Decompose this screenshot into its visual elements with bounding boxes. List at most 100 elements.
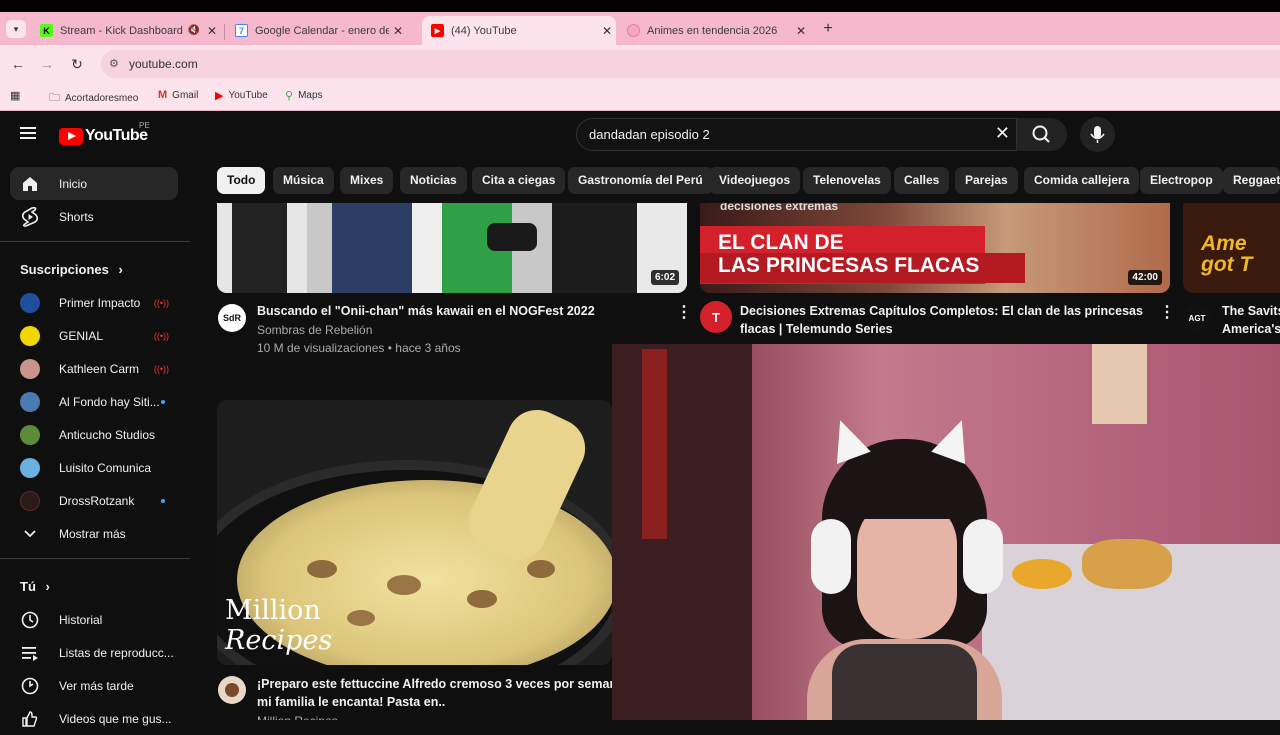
sidebar-sub-luisito-comunica[interactable]: Luisito Comunica (10, 451, 178, 484)
search-query: dandadan episodio 2 (589, 127, 710, 142)
clear-search-icon[interactable]: ✕ (995, 123, 1010, 144)
channel-avatar[interactable]: T (700, 301, 732, 333)
avatar (20, 391, 40, 412)
video-thumbnail-decisiones[interactable]: decisiones extremas EL CLAN DE LAS PRINC… (700, 203, 1170, 293)
show-more-button[interactable]: Mostrar más (10, 517, 178, 550)
chip-electropop[interactable]: Electropop (1140, 167, 1223, 194)
tab-youtube[interactable]: ▶ (44) YouTube ✕ (422, 16, 616, 45)
sidebar-item-inicio[interactable]: Inicio (10, 167, 178, 200)
video-thumbnail-fettuccine[interactable]: Million Recipes (217, 400, 612, 665)
avatar (20, 358, 40, 379)
video-duration: 6:02 (650, 270, 679, 285)
close-tab-icon[interactable]: ✕ (598, 24, 616, 38)
video-stats: 10 M de visualizaciones • hace 3 años (257, 341, 461, 355)
chevron-down-icon (20, 524, 40, 544)
bookmark-gmail[interactable]: M Gmail (158, 89, 198, 101)
live-icon: ((•)) (153, 330, 169, 341)
bookmark-acortadores[interactable]: 🗀 Acortadoresmeo (49, 89, 138, 108)
chip-videojuegos[interactable]: Videojuegos (709, 167, 801, 194)
chip-mixes[interactable]: Mixes (340, 167, 394, 194)
chevron-down-icon: ▾ (13, 24, 19, 34)
thumb-brand: decisiones extremas (720, 203, 839, 213)
avatar (225, 683, 239, 697)
back-button[interactable]: ← (8, 54, 28, 74)
channel-avatar[interactable] (218, 676, 246, 704)
video-thumbnail-agt[interactable]: Ame got T (1183, 203, 1280, 293)
sidebar-item-label: DrossRotzank (59, 493, 135, 508)
chip-noticias[interactable]: Noticias (400, 167, 467, 194)
video-title[interactable]: The Savits America's (1222, 302, 1280, 338)
bookmark-youtube[interactable]: ▶ YouTube (215, 89, 268, 102)
video-title[interactable]: Decisiones Extremas Capítulos Completos:… (740, 302, 1150, 338)
subscriptions-heading[interactable]: Suscripciones › (20, 262, 123, 277)
more-options-icon[interactable]: ⋮ (676, 302, 692, 322)
channel-avatar[interactable]: SdR (218, 304, 246, 332)
close-tab-icon[interactable]: ✕ (389, 24, 407, 38)
tab-search-button[interactable]: ▾ (6, 20, 26, 38)
sidebar-item-label: Inicio (59, 176, 88, 191)
search-button[interactable] (1017, 118, 1067, 151)
bookmark-label: Gmail (172, 89, 199, 101)
chip-cita-a-ciegas[interactable]: Cita a ciegas (472, 167, 566, 194)
chevron-right-icon: › (45, 579, 50, 594)
voice-search-button[interactable] (1080, 117, 1115, 152)
sidebar-sub-drossrotzank[interactable]: DrossRotzank (10, 484, 178, 517)
sidebar-item-watch-later[interactable]: Ver más tarde (10, 669, 178, 702)
bookmark-label: YouTube (228, 90, 268, 101)
video-thumbnail-nogfest[interactable]: 6:02 (217, 203, 687, 293)
video-title[interactable]: ¡Preparo este fettuccine Alfredo cremoso… (257, 675, 617, 711)
sidebar-item-historial[interactable]: Historial (10, 603, 178, 636)
chip-gastronomia[interactable]: Gastronomía del Perú (568, 167, 713, 194)
sidebar-item-liked[interactable]: Videos que me gus... (10, 702, 178, 735)
tab-title: Google Calendar - enero de 2026 (255, 24, 389, 37)
you-heading[interactable]: Tú › (20, 579, 50, 594)
tab-animes[interactable]: Animes en tendencia 2026 ✕ (618, 16, 810, 45)
guide-menu-button[interactable] (20, 125, 38, 141)
search-input[interactable]: dandadan episodio 2 ✕ (576, 118, 1017, 151)
reload-button[interactable]: ↻ (67, 54, 87, 74)
chip-musica[interactable]: Música (273, 167, 334, 194)
history-icon (20, 610, 40, 630)
chip-reggaeton[interactable]: Reggaeton (1223, 167, 1280, 194)
channel-name[interactable]: Million Recipes (257, 712, 338, 720)
video-duration: 42:00 (1128, 270, 1162, 285)
video-title[interactable]: Buscando el "Onii-chan" más kawaii en el… (257, 302, 667, 320)
apps-button[interactable]: ▦ (10, 89, 25, 102)
tab-calendar[interactable]: 7 Google Calendar - enero de 2026 ✕ (226, 16, 418, 45)
site-info-icon[interactable]: ⚙ (109, 57, 119, 70)
chip-parejas[interactable]: Parejas (955, 167, 1018, 194)
sidebar-item-shorts[interactable]: Shorts (10, 200, 178, 233)
chevron-right-icon: › (118, 262, 123, 277)
channel-avatar[interactable]: AGT (1183, 304, 1211, 332)
forward-button[interactable]: → (37, 54, 57, 74)
sidebar-sub-genial[interactable]: GENIAL ((•)) (10, 319, 178, 352)
tab-kick[interactable]: K Stream - Kick Dashboard 🔇 ✕ (31, 16, 221, 45)
hamburger-icon (20, 127, 36, 139)
sidebar-item-label: GENIAL (59, 328, 104, 343)
chip-comida-callejera[interactable]: Comida callejera (1024, 167, 1140, 194)
close-tab-icon[interactable]: ✕ (792, 24, 810, 38)
omnibox[interactable]: ⚙ youtube.com (101, 50, 1280, 78)
more-options-icon[interactable]: ⋮ (1159, 302, 1175, 322)
live-icon: ((•)) (153, 363, 169, 374)
apps-grid-icon: ▦ (10, 90, 21, 102)
mute-icon[interactable]: 🔇 (185, 25, 203, 36)
chip-calles[interactable]: Calles (894, 167, 950, 194)
playlists-icon (20, 643, 40, 663)
chip-telenovelas[interactable]: Telenovelas (803, 167, 891, 194)
sidebar-sub-primer-impacto[interactable]: Primer Impacto ((•)) (10, 286, 178, 319)
like-icon (20, 709, 40, 729)
sidebar-item-playlists[interactable]: Listas de reproducc... (10, 636, 178, 669)
new-tab-button[interactable]: + (818, 20, 838, 40)
bookmark-label: Maps (298, 90, 323, 101)
sidebar-sub-anticucho-studios[interactable]: Anticucho Studios (10, 418, 178, 451)
country-code: PE (139, 121, 150, 130)
bookmark-maps[interactable]: ⚲ Maps (285, 89, 323, 102)
youtube-logo[interactable]: YouTube PE (59, 121, 150, 145)
close-tab-icon[interactable]: ✕ (203, 24, 221, 38)
sidebar-sub-al-fondo-hay-sitio[interactable]: Al Fondo hay Siti... (10, 385, 178, 418)
sidebar-sub-kathleen-carm[interactable]: Kathleen Carm ((•)) (10, 352, 178, 385)
channel-name[interactable]: Sombras de Rebelión (257, 321, 372, 339)
chip-todo[interactable]: Todo (217, 167, 266, 194)
avatar (20, 424, 40, 445)
